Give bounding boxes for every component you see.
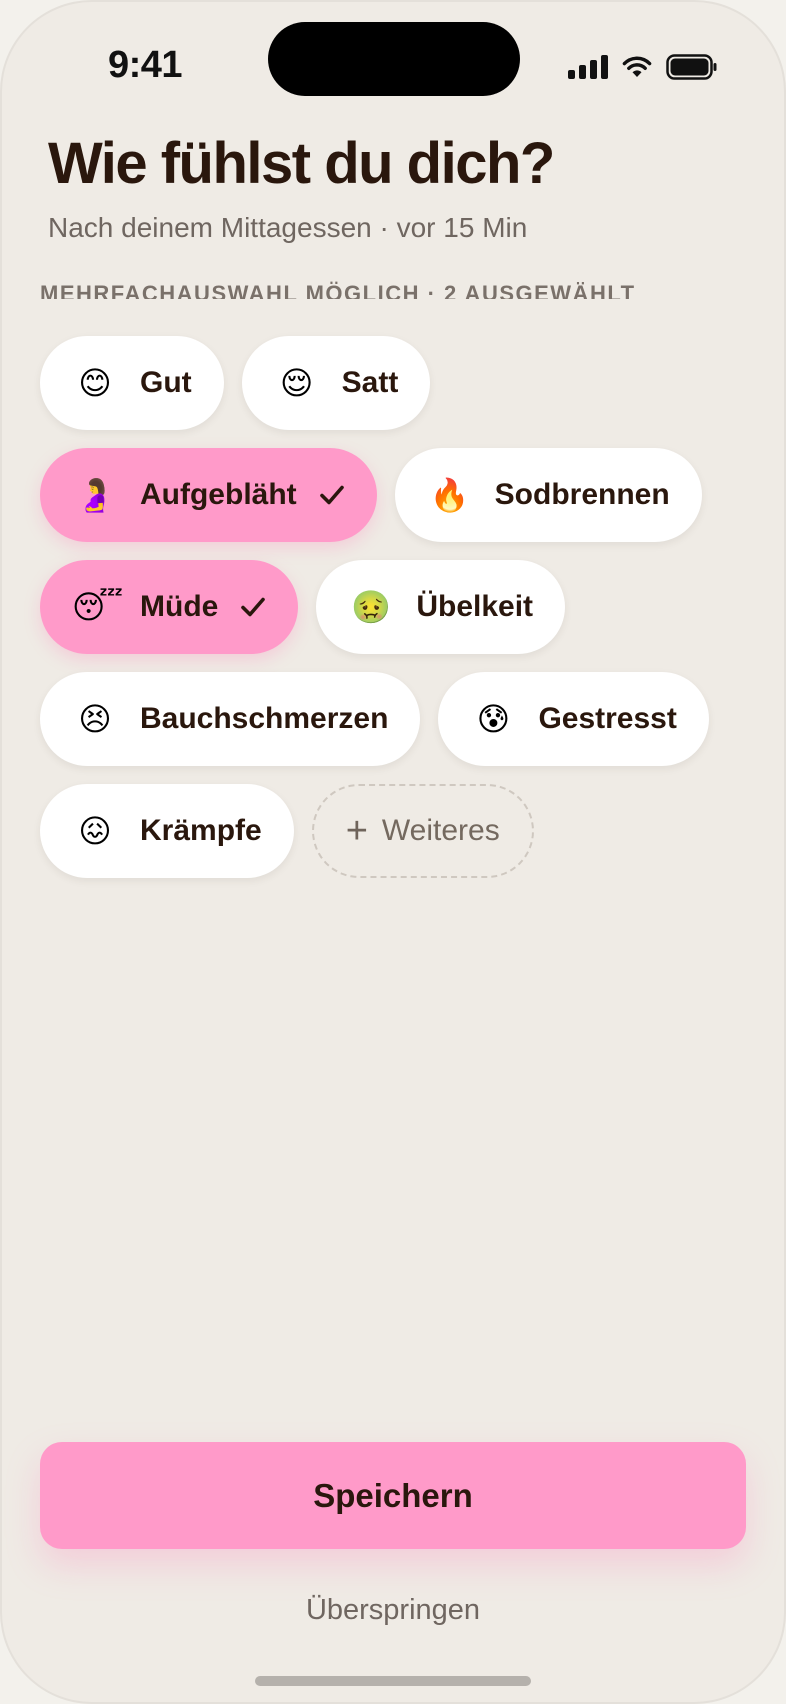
symptom-label: Satt [341,366,399,399]
symptom-emoji-icon: 🤢 [351,589,392,625]
symptom-chip-bauchschmerzen[interactable]: 😣 Bauchschmerzen [40,672,421,766]
symptom-label: Müde [140,590,219,623]
symptom-chip-krampfe[interactable]: 😖 Krämpfe [40,784,294,878]
skip-link[interactable]: Überspringen [0,1594,786,1627]
status-icons [568,54,718,80]
symptom-chip-satt[interactable]: 😌 Satt [241,336,431,430]
symptom-label: Krämpfe [140,814,262,847]
symptom-chip-gut[interactable]: 😊 Gut [40,336,224,430]
symptom-emoji-icon: 😰 [476,701,511,737]
symptom-emoji-icon: 😊 [78,365,112,401]
symptom-emoji-icon: 🔥 [429,477,470,513]
symptom-emoji-icon: 🤰 [75,477,115,513]
save-button[interactable]: Speichern [40,1442,746,1549]
page-subtitle: Nach deinem Mittagessen · vor 15 Min [48,212,528,243]
add-more-label: Weiteres [381,814,500,847]
dynamic-island [268,22,520,96]
symptom-chip-list: 😊 Gut 😌 Satt 🤰 Aufgebläht 🔥 Sodbrennen 😴 Müde 🤢 Übe… [40,336,760,878]
symptom-chip-sodbrennen[interactable]: 🔥 Sodbrennen [394,448,702,542]
symptom-chip-mude[interactable]: 😴 Müde [40,560,299,654]
checkmark-icon [319,485,344,505]
page-title: Wie fühlst du dich? [48,131,555,196]
plus-icon: + [345,809,368,852]
symptom-emoji-icon: 😌 [279,365,314,401]
symptom-chip-ubelkeit[interactable]: 🤢 Übelkeit [316,560,566,654]
symptom-label: Sodbrennen [494,478,670,511]
symptom-label: Bauchschmerzen [140,702,389,735]
signal-icon [568,55,608,79]
home-indicator [255,1676,531,1686]
battery-icon [666,54,717,80]
symptom-label: Gestresst [538,702,677,735]
symptom-chip-gestresst[interactable]: 😰 Gestresst [438,672,709,766]
status-time: 9:41 [108,44,183,86]
symptom-label: Aufgebläht [140,478,297,511]
checkmark-icon [241,597,266,617]
phone-screen: 9:41 Wie fühlst du dich? Nach deinem Mit… [0,0,786,1704]
symptom-emoji-icon: 😴 [72,589,124,625]
symptom-emoji-icon: 😣 [78,701,112,737]
symptom-label: Übelkeit [416,590,534,623]
symptom-emoji-icon: 😖 [78,813,112,849]
symptom-chip-aufgeblaht[interactable]: 🤰 Aufgebläht [40,448,377,542]
selection-hint: MEHRFACHAUSWAHL MÖGLICH · 2 AUSGEWÄHLT [40,281,636,299]
wifi-icon [622,56,652,77]
add-more-chip[interactable]: + Weiteres [311,784,534,878]
symptom-label: Gut [140,366,192,399]
